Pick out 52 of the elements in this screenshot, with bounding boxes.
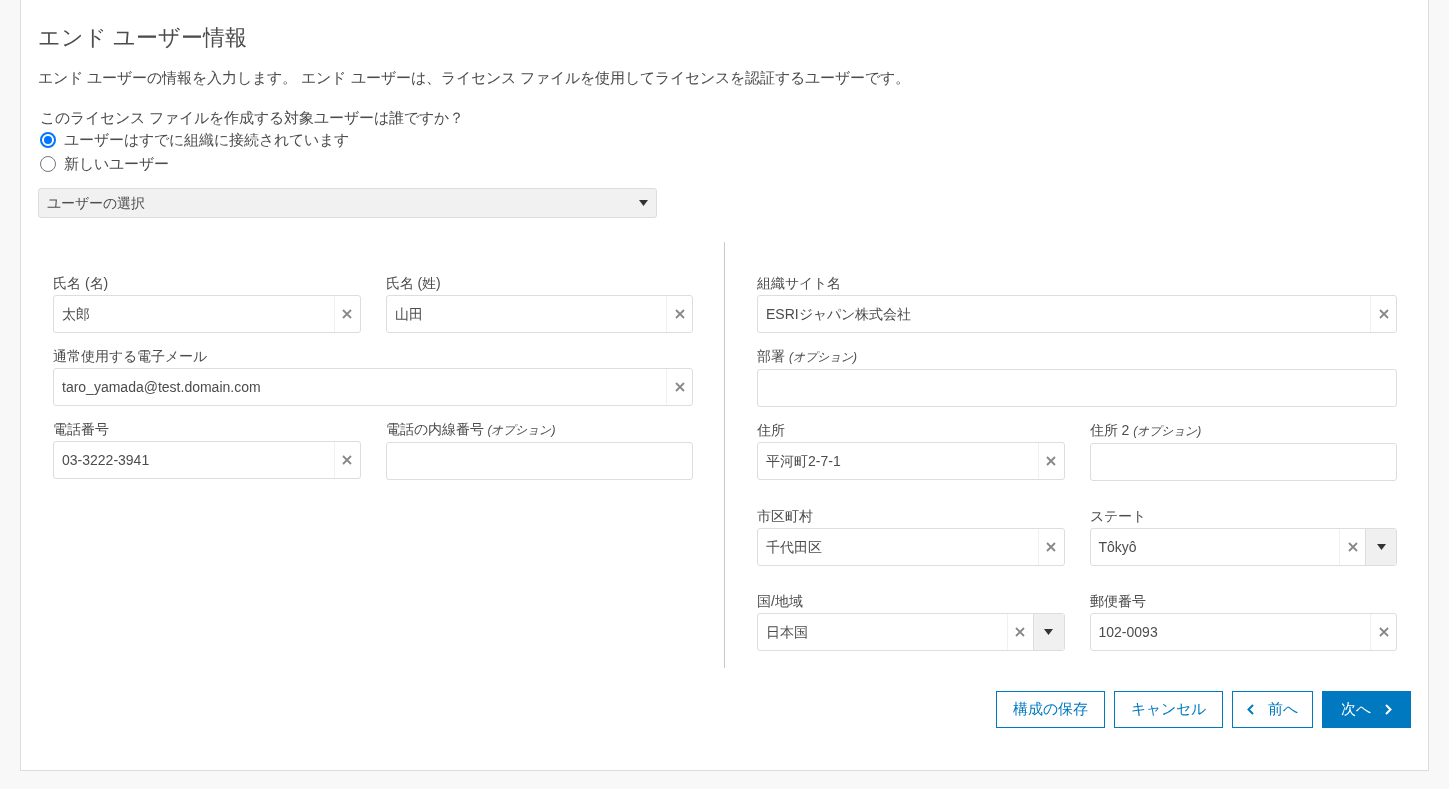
clear-icon[interactable] [1378, 309, 1389, 319]
dropdown-arrow-icon[interactable] [1044, 629, 1053, 635]
clear-icon[interactable] [1378, 627, 1389, 637]
radio-label: ユーザーはすでに組織に接続されています [64, 130, 349, 150]
text-field[interactable]: taro_yamada@test.domain.com [53, 368, 693, 406]
next-button[interactable]: 次へ [1322, 691, 1411, 728]
field-label: 部署 (オプション) [757, 347, 857, 366]
text-field[interactable]: 03-3222-3941 [53, 441, 361, 479]
field-label: 電話番号 [53, 420, 109, 438]
field-label: 氏名 (姓) [385, 274, 441, 292]
text-field[interactable] [757, 369, 1397, 407]
outline-button[interactable]: キャンセル [1114, 691, 1223, 728]
question-label: このライセンス ファイルを作成する対象ユーザーは誰ですか？ [40, 108, 465, 128]
chevron-left-icon [1247, 704, 1254, 715]
text-field[interactable] [385, 442, 693, 480]
text-field[interactable] [1089, 443, 1397, 481]
text-field[interactable]: 日本国 [757, 613, 1065, 651]
page-description: エンド ユーザーの情報を入力します。 エンド ユーザーは、ライセンス ファイルを使用してライセンスを認証するユーザーです。 [38, 68, 910, 88]
text-field[interactable]: 102-0093 [1089, 613, 1397, 651]
field-label: 住所 [757, 421, 785, 439]
clear-icon[interactable] [1347, 542, 1358, 552]
field-label: 国/地域 [757, 592, 803, 610]
page-title: エンド ユーザー情報 [38, 24, 248, 52]
field-label: 組織サイト名 [757, 274, 841, 292]
back-button[interactable]: 前へ [1232, 691, 1313, 728]
field-label: 市区町村 [757, 507, 813, 525]
dropdown-arrow-icon[interactable] [1376, 544, 1386, 550]
text-field[interactable]: 太郎 [53, 295, 361, 333]
text-field[interactable]: 山田 [385, 295, 693, 333]
text-field[interactable]: 千代田区 [757, 528, 1065, 566]
clear-icon[interactable] [674, 382, 685, 392]
chevron-right-icon [1385, 704, 1392, 715]
field-label: 住所 2 (オプション) [1089, 421, 1202, 440]
outline-button[interactable]: 構成の保存 [996, 691, 1105, 728]
clear-icon[interactable] [342, 455, 352, 465]
clear-icon[interactable] [674, 309, 685, 319]
radio-label: 新しいユーザー [64, 154, 169, 174]
clear-icon[interactable] [1015, 627, 1025, 637]
text-field[interactable]: 平河町2-7-1 [757, 442, 1065, 480]
dropdown-arrow-icon [639, 200, 648, 206]
field-label: 通常使用する電子メール [53, 347, 207, 365]
clear-icon[interactable] [342, 309, 352, 319]
field-label: 郵便番号 [1089, 592, 1146, 610]
field-label: 氏名 (名) [53, 274, 109, 292]
text-field[interactable]: Tôkyô [1089, 528, 1397, 566]
field-label: 電話の内線番号 (オプション) [385, 420, 556, 439]
field-label: ステート [1089, 507, 1146, 525]
clear-icon[interactable] [1046, 456, 1056, 466]
clear-icon[interactable] [1046, 542, 1056, 552]
radio-button[interactable] [40, 132, 56, 148]
text-field[interactable]: ESRIジャパン株式会社 [757, 295, 1397, 333]
user-select-dropdown[interactable]: ユーザーの選択 [38, 188, 657, 218]
